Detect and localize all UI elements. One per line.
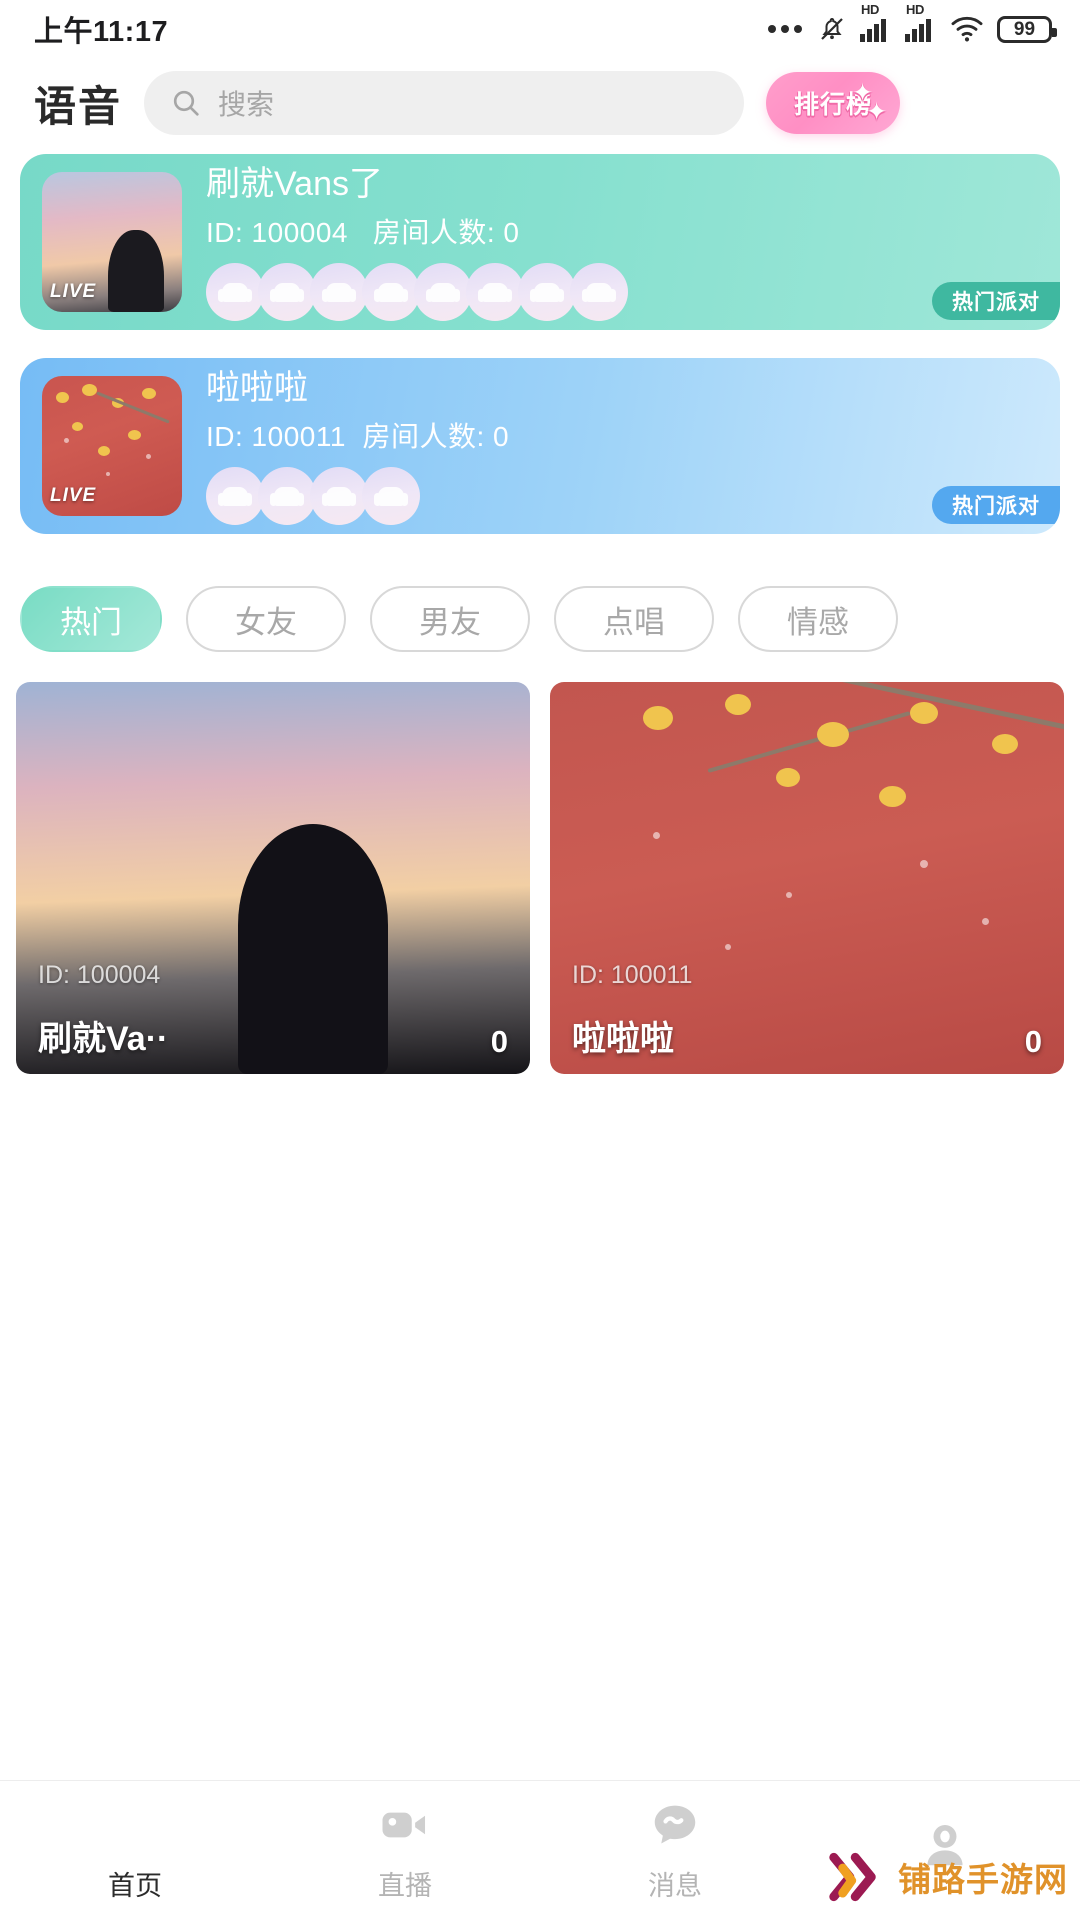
room-banner[interactable]: LIVE 啦啦啦 ID: 100011 房间人数: 0 热门派对	[20, 358, 1060, 534]
status-time: 上午11:17	[34, 16, 169, 48]
seat-slot[interactable]	[258, 263, 316, 322]
search-icon	[173, 90, 199, 116]
tab-label: 情感	[787, 604, 849, 640]
room-info: 刷就Vans了 ID: 100004 房间人数: 0	[206, 163, 1038, 322]
seat-slot[interactable]	[206, 263, 264, 322]
bell-muted-icon	[821, 18, 843, 40]
home-icon	[108, 1798, 162, 1852]
tab-emotion[interactable]: 情感	[738, 586, 898, 652]
room-thumbnail: LIVE	[42, 172, 182, 312]
seat-slot[interactable]	[258, 467, 316, 526]
double-chevron-icon	[829, 1852, 876, 1902]
category-tab-bar: 热门 女友 男友 点唱 情感	[0, 586, 1080, 652]
room-title: 刷就Vans了	[206, 164, 383, 203]
room-id: ID: 100011	[206, 421, 346, 453]
tab-girlfriend[interactable]: 女友	[186, 586, 346, 652]
hd-signal-icon-1: HD	[860, 2, 892, 42]
site-watermark: 铺路手游网	[826, 1852, 1068, 1902]
room-grid: ID: 100004 刷就Va·· 0 ID: 100011 啦啦啦 0	[0, 682, 1080, 1074]
hot-party-badge: 热门派对	[932, 486, 1060, 524]
room-grid-card-footer: 啦啦啦 0	[550, 1011, 1064, 1060]
wifi-icon	[951, 16, 983, 42]
room-title: 啦啦啦	[206, 368, 308, 407]
room-thumbnail: LIVE	[42, 376, 182, 516]
hot-party-badge: 热门派对	[932, 282, 1060, 320]
live-badge: LIVE	[50, 281, 97, 302]
room-meta: ID: 100011 房间人数: 0	[206, 415, 1038, 455]
room-info: 啦啦啦 ID: 100011 房间人数: 0	[206, 367, 1038, 526]
room-grid-card[interactable]: ID: 100004 刷就Va·· 0	[16, 682, 530, 1074]
nav-item-home[interactable]: 首页	[0, 1798, 270, 1903]
nav-item-live[interactable]: 直播	[270, 1798, 540, 1903]
nav-label: 消息	[648, 1871, 702, 1901]
tab-song-request[interactable]: 点唱	[554, 586, 714, 652]
tab-label: 男友	[419, 604, 481, 640]
room-id: ID: 100004	[206, 217, 348, 249]
room-banner[interactable]: LIVE 刷就Vans了 ID: 100004 房间人数: 0 热门派对	[20, 154, 1060, 330]
room-viewer-count: 0	[490, 1024, 508, 1059]
room-viewer-count: 0	[1024, 1024, 1042, 1059]
nav-label: 首页	[108, 1871, 162, 1901]
tab-hot[interactable]: 热门	[20, 586, 162, 652]
page-title: 语音	[34, 82, 123, 130]
room-id: ID: 100011	[572, 961, 693, 989]
nav-item-messages[interactable]: 消息	[540, 1798, 810, 1903]
seat-slot[interactable]	[310, 263, 368, 322]
sparkle-icon: ✦	[866, 98, 889, 126]
room-grid-card-footer: 刷就Va·· 0	[16, 1011, 530, 1060]
tab-boyfriend[interactable]: 男友	[370, 586, 530, 652]
room-title: 刷就Va··	[38, 1020, 169, 1058]
room-title: 啦啦啦	[572, 1020, 674, 1058]
tab-label: 点唱	[603, 604, 665, 640]
seat-slot[interactable]	[362, 467, 420, 526]
hot-party-badge-label: 热门派对	[952, 291, 1040, 314]
nav-label: 直播	[378, 1871, 432, 1901]
seat-slot[interactable]	[518, 263, 576, 322]
room-id: ID: 100004	[38, 961, 161, 989]
seat-list	[206, 263, 1038, 322]
tab-label: 热门	[60, 604, 122, 640]
message-bubble-icon	[648, 1798, 702, 1852]
room-grid-card[interactable]: ID: 100011 啦啦啦 0	[550, 682, 1064, 1074]
seat-slot[interactable]	[310, 467, 368, 526]
room-meta: ID: 100004 房间人数: 0	[206, 211, 1038, 251]
seat-slot[interactable]	[570, 263, 628, 322]
ellipsis-icon	[768, 25, 802, 33]
page-header: 语音 搜索 排行榜 ✦ ✦	[0, 58, 1080, 148]
room-people-count: 房间人数: 0	[372, 217, 520, 249]
bottom-navigation: 首页 直播 消息 铺路手游网	[0, 1780, 1080, 1920]
search-input[interactable]: 搜索	[144, 71, 745, 135]
hd-signal-icon-2: HD	[905, 2, 937, 42]
room-people-count: 房间人数: 0	[362, 421, 510, 453]
seat-slot[interactable]	[362, 263, 420, 322]
status-bar: 上午11:17 HD HD 99	[0, 0, 1080, 58]
battery-icon: 99	[997, 15, 1057, 43]
video-camera-icon	[378, 1798, 432, 1852]
watermark-text: 铺路手游网	[898, 1861, 1068, 1898]
battery-level: 99	[1013, 18, 1036, 40]
seat-slot[interactable]	[206, 467, 264, 526]
seat-slot[interactable]	[466, 263, 524, 322]
live-badge: LIVE	[50, 485, 97, 506]
room-banner-list: LIVE 刷就Vans了 ID: 100004 房间人数: 0 热门派对 LIV…	[0, 154, 1080, 534]
hot-party-badge-label: 热门派对	[952, 495, 1040, 518]
rank-button[interactable]: 排行榜 ✦ ✦	[766, 72, 901, 134]
status-icon-group: HD HD 99	[768, 2, 1057, 44]
tab-label: 女友	[235, 604, 297, 640]
search-placeholder: 搜索	[218, 89, 275, 120]
seat-list	[206, 467, 1038, 526]
seat-slot[interactable]	[414, 263, 472, 322]
